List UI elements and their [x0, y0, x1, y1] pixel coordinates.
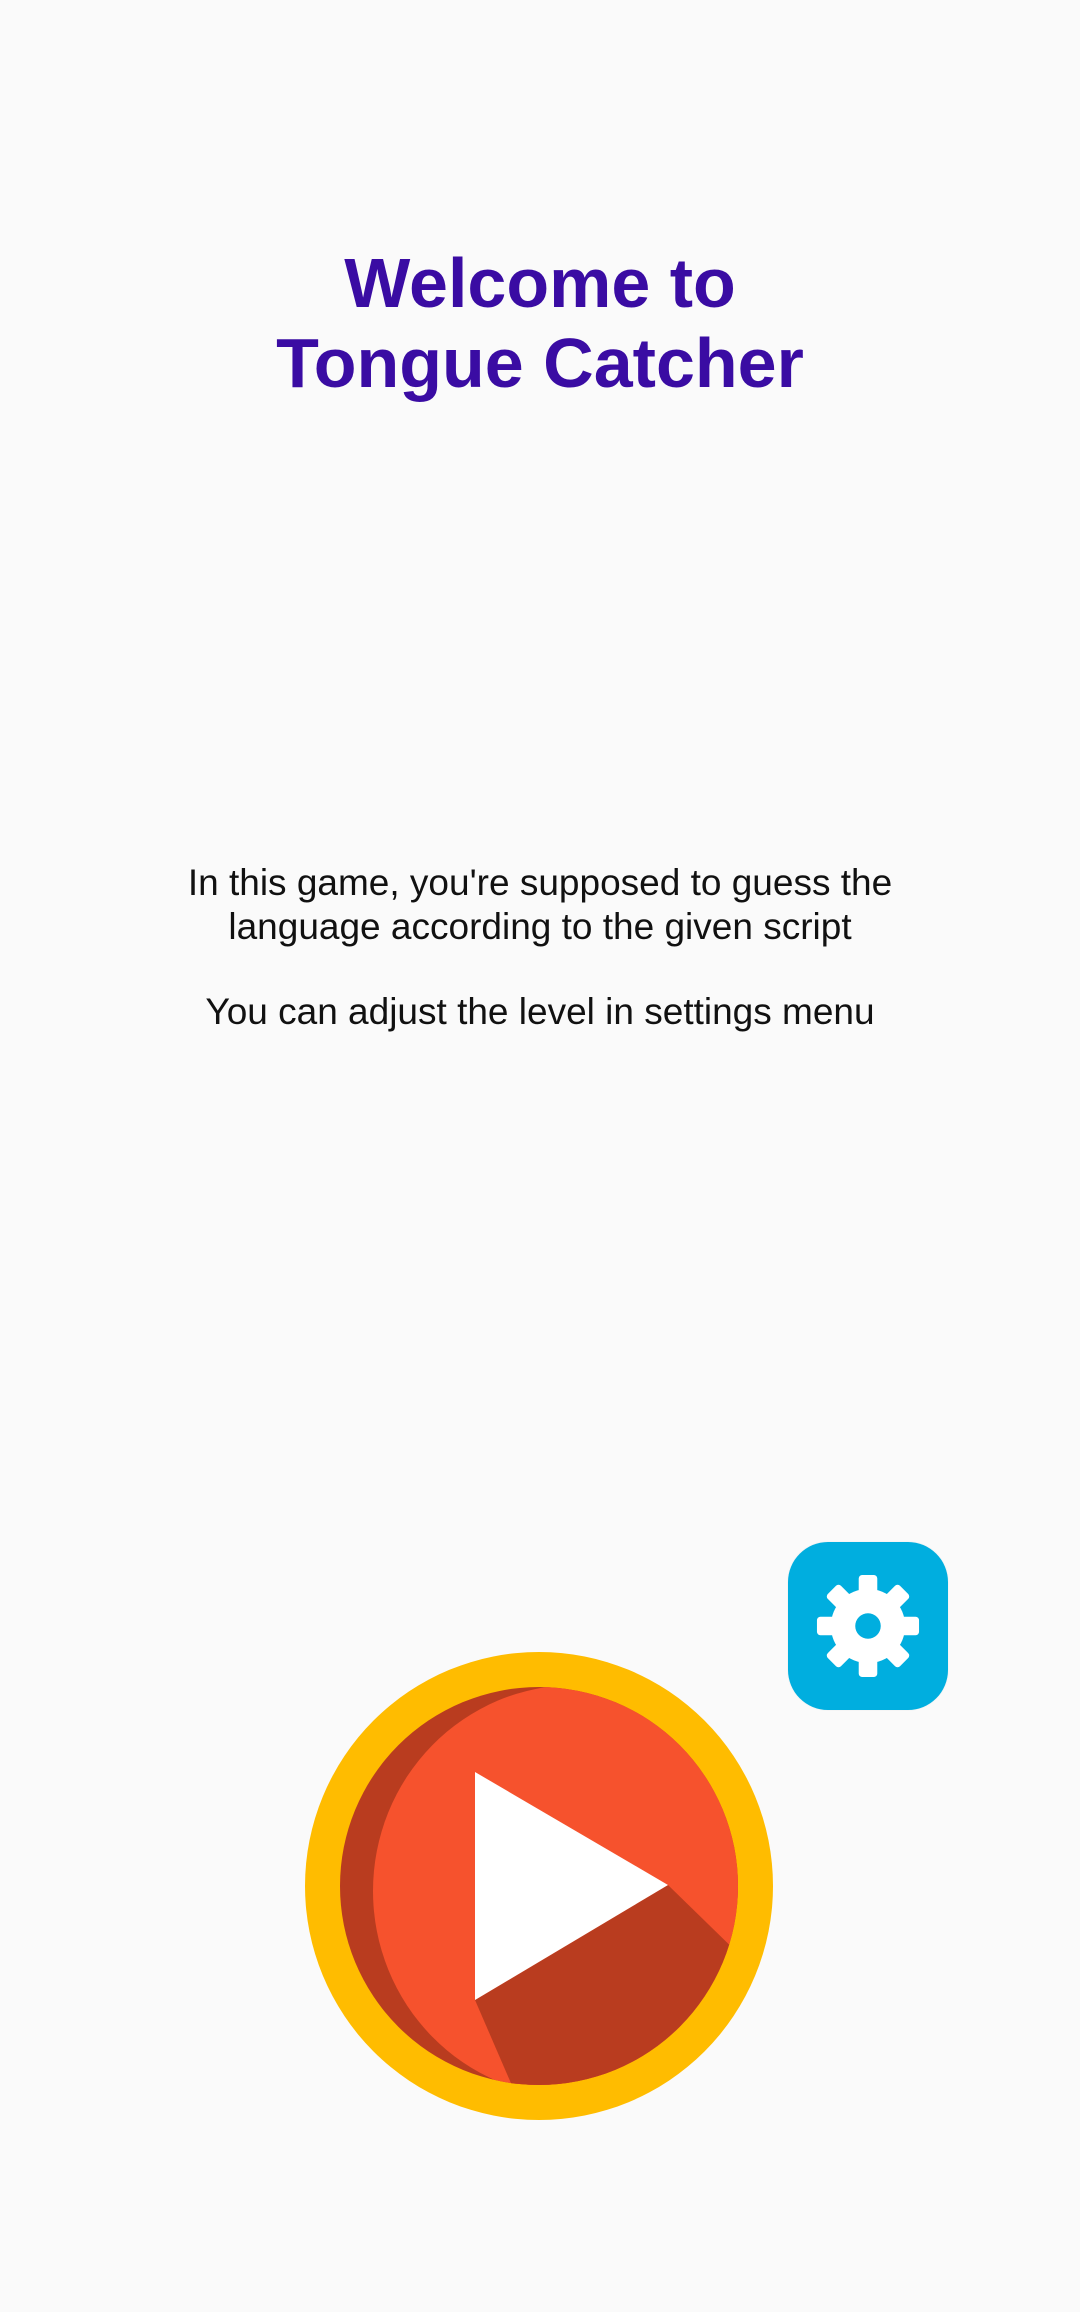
play-icon [305, 1652, 773, 2120]
welcome-screen: Welcome to Tongue Catcher In this game, … [0, 0, 1080, 2312]
gear-icon [816, 1574, 920, 1678]
instructions-line-2: language according to the given script [228, 906, 852, 947]
instructions-line-1: In this game, you're supposed to guess t… [187, 862, 893, 903]
settings-button[interactable] [788, 1542, 948, 1710]
game-instructions: In this game, you're supposed to guess t… [120, 861, 960, 949]
settings-hint-text: You can adjust the level in settings men… [205, 991, 875, 1032]
title-line-2: Tongue Catcher [276, 324, 804, 402]
settings-hint: You can adjust the level in settings men… [120, 990, 960, 1034]
page-title: Welcome to Tongue Catcher [0, 243, 1080, 403]
play-button[interactable] [305, 1648, 773, 2124]
title-line-1: Welcome to [344, 244, 736, 322]
